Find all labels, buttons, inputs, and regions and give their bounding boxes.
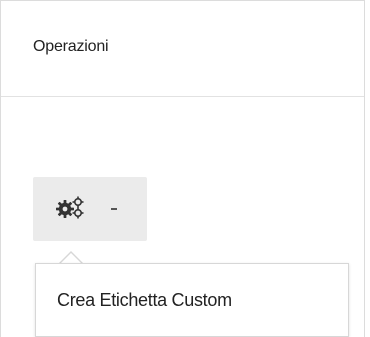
operations-panel: Operazioni Crea Etichetta Custom [0,0,365,337]
actions-dropdown-button[interactable] [33,177,147,241]
menu-item-label: Crea Etichetta Custom [57,290,232,310]
panel-header: Operazioni [1,1,364,97]
actions-dropdown-menu: Crea Etichetta Custom [35,263,349,337]
caret-down-icon [111,208,117,210]
menu-item-create-custom-label[interactable]: Crea Etichetta Custom [36,264,348,336]
panel-title: Operazioni [33,38,109,55]
gears-icon [56,196,84,219]
